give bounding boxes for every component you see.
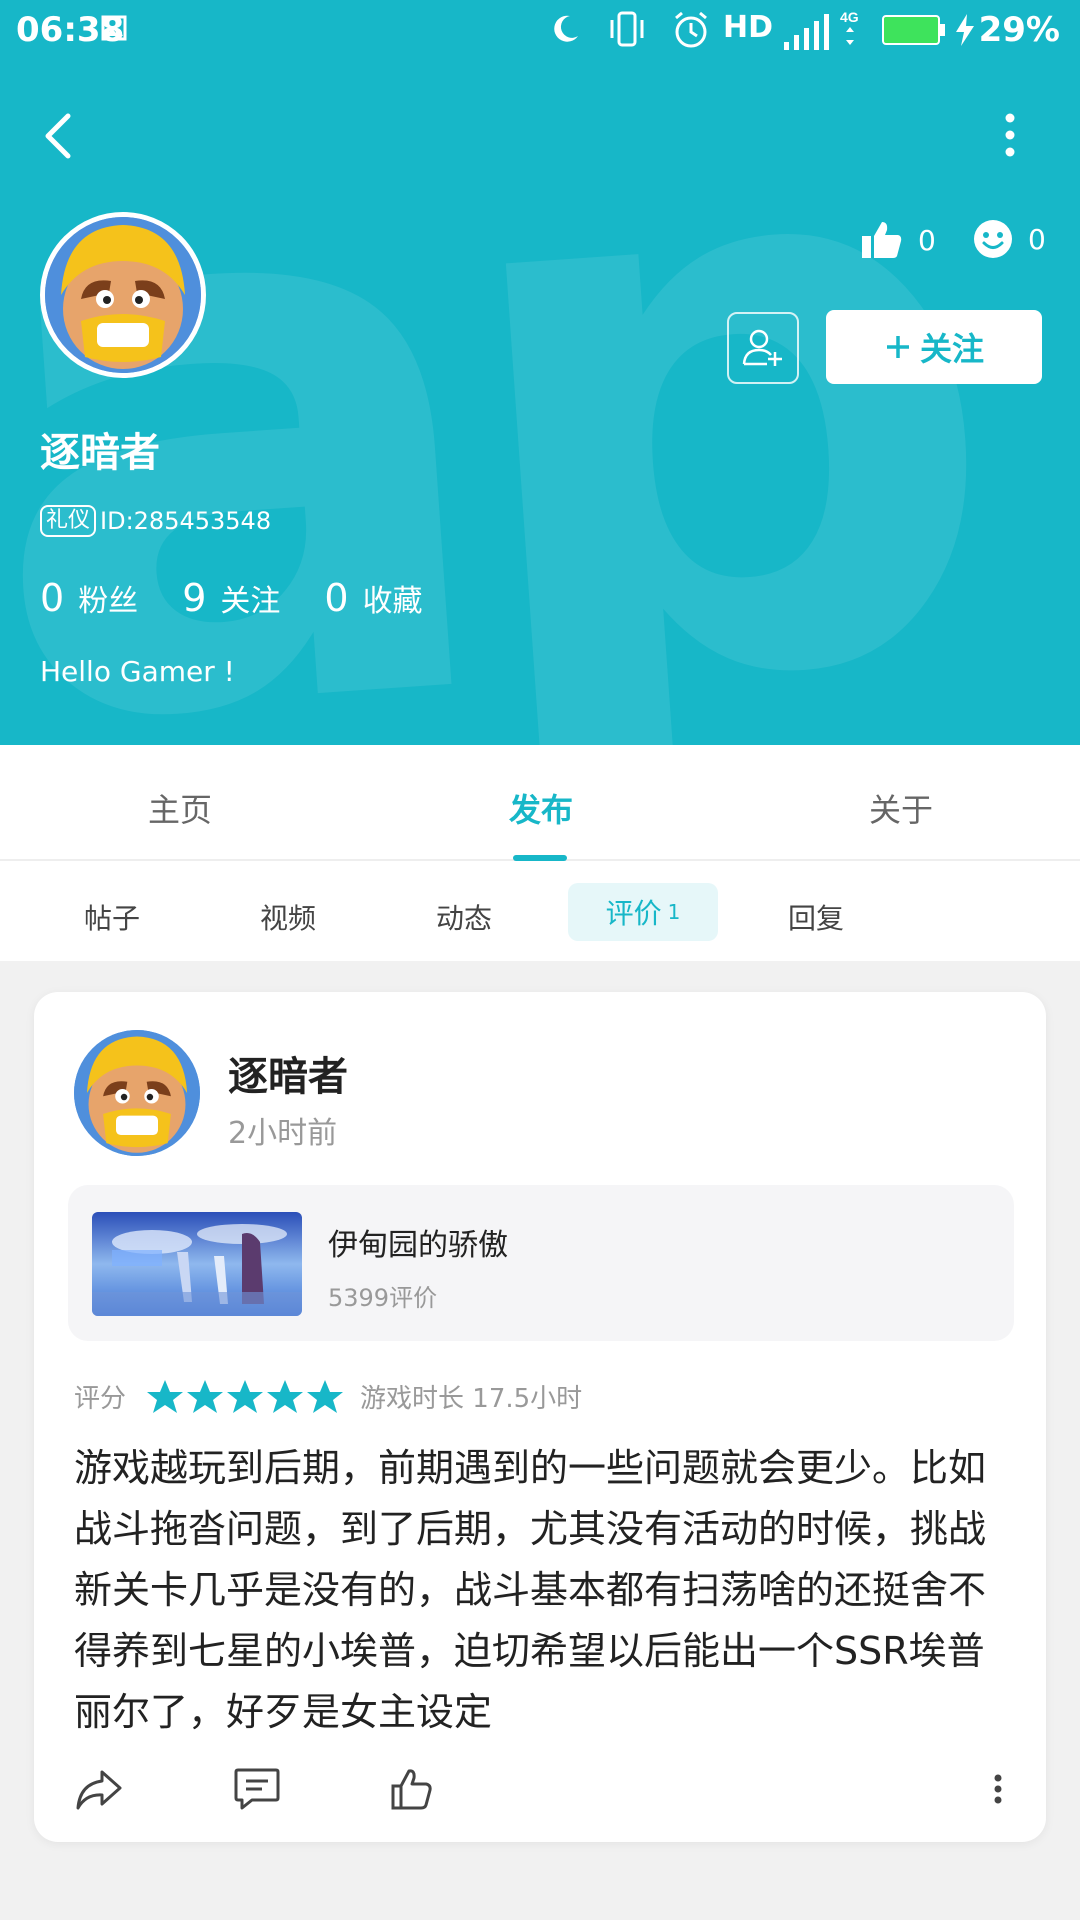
favorites-label[interactable]: 收藏 <box>363 576 423 620</box>
star-icon <box>187 1379 224 1413</box>
signal-icon: 4G <box>784 9 859 50</box>
network-type: 4G <box>840 9 859 25</box>
author-avatar-image <box>74 1030 200 1156</box>
subtab-replies[interactable]: 回复 <box>788 897 844 937</box>
profile-bio: Hello Gamer ! <box>40 655 235 688</box>
game-thumbnail <box>92 1212 302 1316</box>
id-row: 礼仪 ID:285453548 <box>40 504 271 538</box>
thumbs-up-icon <box>862 222 902 258</box>
game-review-count: 5399评价 <box>328 1284 438 1312</box>
post-author-name[interactable]: 逐暗者 <box>228 1044 348 1102</box>
following-label[interactable]: 关注 <box>220 576 280 620</box>
add-friend-button[interactable] <box>727 312 799 384</box>
rating-label: 评分 <box>74 1384 127 1414</box>
user-id: ID:285453548 <box>100 507 272 535</box>
star-icon <box>227 1379 264 1413</box>
moon-icon <box>554 15 578 42</box>
playtime: 游戏时长 17.5小时 <box>360 1384 583 1414</box>
sub-tabs: 帖子 视频 动态 评价 1 回复 <box>0 861 1080 961</box>
star-icon <box>307 1379 344 1413</box>
post-author-avatar[interactable] <box>74 1030 200 1156</box>
gallery-notification-icon <box>101 15 127 41</box>
back-icon[interactable] <box>38 110 82 162</box>
followers-count[interactable]: 0 <box>40 576 64 620</box>
star-icon <box>147 1379 184 1413</box>
comment-icon[interactable] <box>232 1766 282 1812</box>
subtab-reviews[interactable]: 评价 1 <box>568 883 718 941</box>
profile-avatar[interactable] <box>40 212 206 378</box>
etiquette-badge: 礼仪 <box>40 505 97 537</box>
stats-row: 0 粉丝 9 关注 0 收藏 <box>40 576 467 620</box>
rating-stars <box>146 1379 346 1415</box>
tab-about[interactable]: 关于 <box>869 785 933 831</box>
main-tabs: 主页 发布 关于 <box>0 745 1080 861</box>
smiles-stat: 0 <box>972 218 1046 260</box>
likes-count: 0 <box>918 223 936 257</box>
followers-label[interactable]: 粉丝 <box>78 576 138 620</box>
smiles-count: 0 <box>1028 222 1046 256</box>
rating-row: 评分 游戏时长 17.5小时 <box>74 1378 582 1415</box>
star-icon <box>267 1379 304 1413</box>
subtab-posts[interactable]: 帖子 <box>84 897 140 937</box>
alarm-icon <box>675 11 707 48</box>
likes-stat: 0 <box>860 218 936 262</box>
game-title[interactable]: 伊甸园的骄傲 <box>328 1220 508 1264</box>
status-bar: 06:38 HD 4G 29% <box>0 0 1080 64</box>
profile-name: 逐暗者 <box>40 430 160 476</box>
subtab-reviews-label: 评价 <box>605 897 662 930</box>
follow-label: 关注 <box>919 330 984 368</box>
share-icon[interactable] <box>74 1766 124 1812</box>
following-count[interactable]: 9 <box>182 576 206 620</box>
game-thumbnail-image <box>92 1212 302 1316</box>
smile-icon <box>974 220 1012 258</box>
hd-indicator: HD <box>723 10 774 45</box>
charging-icon <box>956 14 974 46</box>
tab-home[interactable]: 主页 <box>148 785 212 831</box>
more-icon[interactable] <box>995 110 1025 160</box>
tab-posts[interactable]: 发布 <box>509 785 573 831</box>
favorites-count[interactable]: 0 <box>324 576 348 620</box>
battery-icon <box>882 15 945 45</box>
subtab-moments[interactable]: 动态 <box>436 897 492 937</box>
plus-icon <box>886 336 909 358</box>
vibrate-icon <box>610 11 644 47</box>
battery-percent: 29% <box>978 10 1060 50</box>
subtab-reviews-count: 1 <box>667 900 681 924</box>
more-vertical-icon[interactable] <box>990 1766 1006 1812</box>
like-icon[interactable] <box>390 1766 434 1812</box>
add-friend-icon <box>742 329 782 366</box>
review-text[interactable]: 游戏越玩到后期，前期遇到的一些问题就会更少。比如战斗拖沓问题，到了后期，尤其没有… <box>74 1438 1014 1743</box>
avatar-image <box>45 217 201 373</box>
profile-header: ap 06:38 HD 4G 29% 逐暗者 礼仪 ID:285453548 0… <box>0 0 1080 745</box>
post-time: 2小时前 <box>228 1116 338 1151</box>
subtab-videos[interactable]: 视频 <box>260 897 316 937</box>
follow-button[interactable]: 关注 <box>826 310 1042 384</box>
